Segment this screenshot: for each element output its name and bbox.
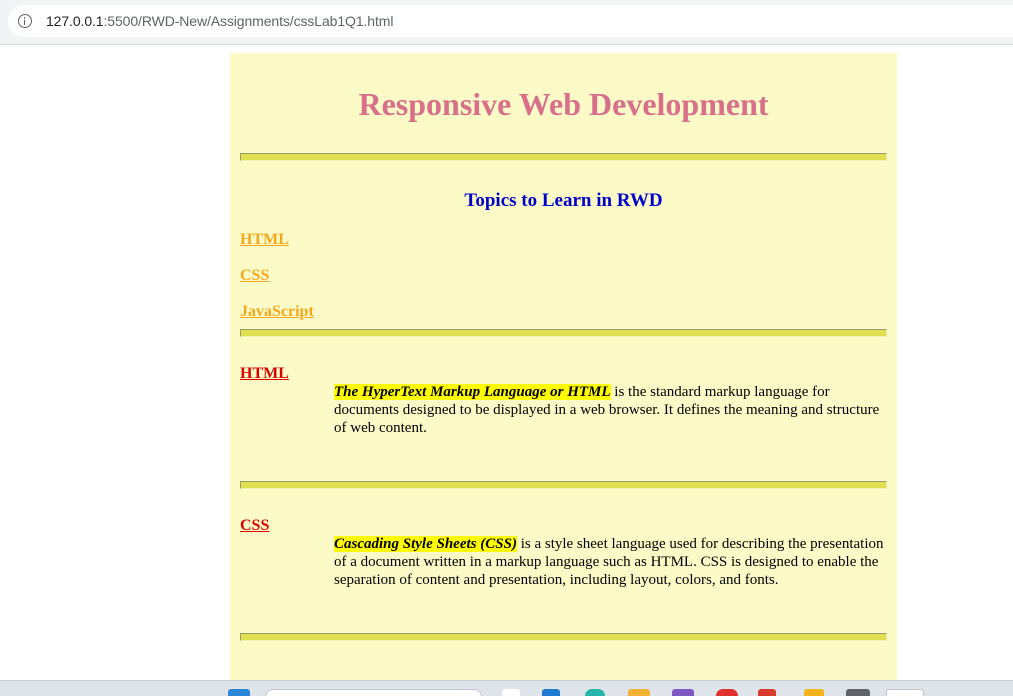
horizontal-rule (240, 329, 887, 337)
site-info-icon[interactable] (18, 14, 32, 28)
url-path: :5500/RWD-New/Assignments/cssLab1Q1.html (103, 13, 394, 29)
topic-link-javascript[interactable]: JavaScript (240, 303, 314, 321)
page-title: Responsive Web Development (358, 86, 769, 122)
section-link-html[interactable]: HTML (240, 365, 289, 383)
url-text[interactable]: 127.0.0.1:5500/RWD-New/Assignments/cssLa… (46, 13, 393, 29)
topic-link-css[interactable]: CSS (240, 267, 269, 285)
page-container: Responsive Web Development Topics to Lea… (230, 53, 897, 683)
topic-link-html[interactable]: HTML (240, 231, 289, 249)
css-highlight: Cascading Style Sheets (CSS) (334, 536, 517, 552)
horizontal-rule (240, 633, 887, 641)
os-taskbar (0, 680, 1013, 696)
browser-toolbar: 127.0.0.1:5500/RWD-New/Assignments/cssLa… (0, 0, 1013, 45)
horizontal-rule (240, 481, 887, 489)
css-description: Cascading Style Sheets (CSS) is a style … (334, 535, 887, 589)
html-highlight: The HyperText Markup Language or HTML (334, 384, 611, 400)
topics-heading: Topics to Learn in RWD (464, 190, 663, 211)
horizontal-rule (240, 153, 887, 161)
url-host: 127.0.0.1 (46, 13, 104, 29)
html-description: The HyperText Markup Language or HTML is… (334, 383, 887, 437)
section-link-css[interactable]: CSS (240, 517, 269, 535)
address-bar[interactable]: 127.0.0.1:5500/RWD-New/Assignments/cssLa… (8, 5, 1013, 37)
